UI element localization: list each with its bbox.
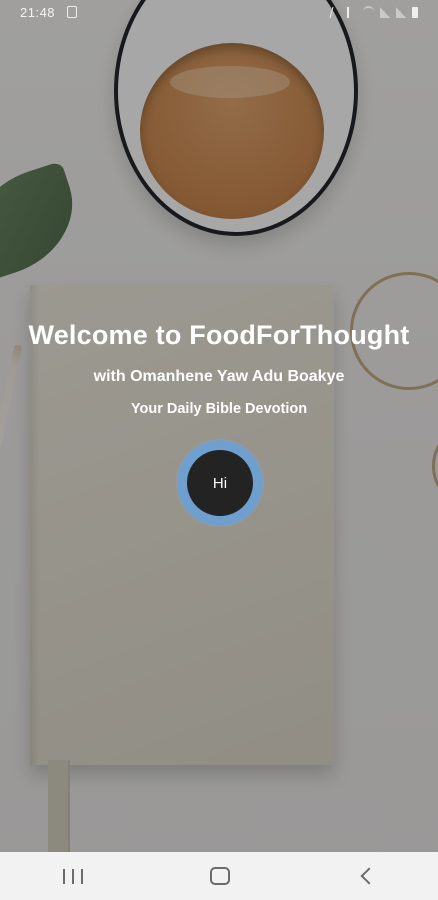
splash-screen: 21:48 Welcome to FoodForThought with Oma…: [0, 0, 438, 900]
welcome-tagline: Your Daily Bible Devotion: [130, 401, 308, 417]
welcome-title: Welcome to FoodForThought: [28, 320, 410, 350]
back-icon[interactable]: [360, 867, 378, 885]
home-icon[interactable]: [209, 867, 230, 885]
notification-icon: [67, 6, 77, 18]
status-bar: 21:48: [0, 0, 438, 28]
hi-button[interactable]: Hi: [187, 450, 253, 516]
signal-icon: [396, 7, 406, 18]
battery-icon: [412, 7, 418, 18]
navigation-bar: [0, 852, 438, 900]
wifi-icon: [363, 6, 374, 19]
mute-icon: [347, 7, 357, 18]
bluetooth-icon: [329, 7, 343, 18]
status-icons: [329, 6, 418, 19]
welcome-subtitle: with Omanhene Yaw Adu Boakye: [93, 368, 345, 385]
recent-apps-icon[interactable]: [63, 868, 84, 884]
status-time: 21:48: [20, 5, 56, 20]
hi-button-label: Hi: [212, 474, 228, 492]
signal-icon: [380, 7, 390, 18]
